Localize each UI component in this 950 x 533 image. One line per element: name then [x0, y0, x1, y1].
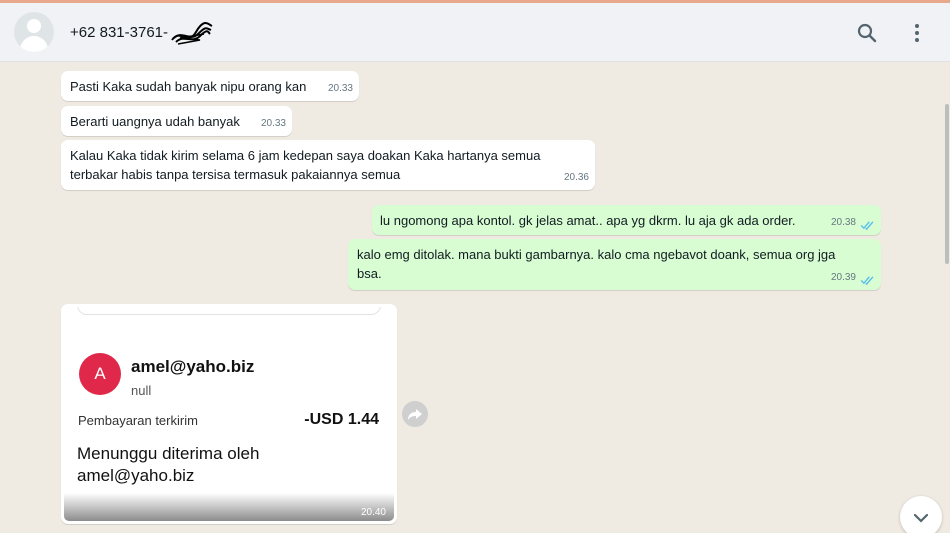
- message-text-line: Kalau Kaka tidak kirim selama 6 jam kede…: [70, 148, 541, 163]
- read-ticks-icon: [860, 221, 874, 230]
- chat-scrollbar[interactable]: [944, 62, 950, 533]
- chat-header: +62 831-3761-: [0, 3, 950, 62]
- image-message[interactable]: A amel@yaho.biz null Pembayaran terkirim…: [61, 304, 397, 524]
- default-avatar-icon[interactable]: [14, 12, 54, 52]
- search-icon[interactable]: [855, 21, 879, 45]
- payment-screenshot-image[interactable]: A amel@yaho.biz null Pembayaran terkirim…: [64, 307, 394, 521]
- payment-avatar: A: [79, 353, 121, 395]
- redaction-scribble: [171, 22, 213, 45]
- message-text-line: bsa.: [357, 266, 382, 281]
- message-outgoing[interactable]: kalo emg ditolak. mana bukti gambarnya. …: [348, 239, 881, 290]
- payment-amount: -USD 1.44: [304, 411, 379, 428]
- payment-email: amel@yaho.biz: [131, 357, 255, 376]
- payment-label: Pembayaran terkirim: [78, 413, 198, 428]
- message-time: 20.40: [360, 507, 386, 518]
- message-incoming[interactable]: Pasti Kaka sudah banyak nipu orang kan 2…: [61, 71, 359, 101]
- message-outgoing[interactable]: lu ngomong apa kontol. gk jelas amat.. a…: [372, 205, 881, 235]
- message-time: 20.38: [830, 217, 856, 228]
- payment-waiting-line: amel@yaho.biz: [77, 466, 195, 485]
- contact-name[interactable]: +62 831-3761-: [70, 24, 168, 41]
- message-text: Pasti Kaka sudah banyak nipu orang kan: [70, 79, 307, 94]
- message-time: 20.33: [260, 118, 286, 129]
- payment-waiting-text: Menunggu diterima oleh amel@yaho.biz: [77, 443, 377, 487]
- message-text-line: terbakar habis tanpa tersisa termasuk pa…: [70, 167, 401, 182]
- chevron-down-icon: [913, 513, 929, 523]
- chat-area[interactable]: Pasti Kaka sudah banyak nipu orang kan 2…: [0, 62, 950, 533]
- message-time: 20.39: [830, 272, 856, 283]
- scrollbar-thumb[interactable]: [945, 104, 949, 264]
- message-incoming[interactable]: Berarti uangnya udah banyak 20.33: [61, 106, 292, 136]
- image-top-card-edge: [77, 307, 381, 315]
- message-text: Berarti uangnya udah banyak: [70, 114, 240, 129]
- message-time: 20.36: [563, 172, 589, 183]
- payment-waiting-line: Menunggu diterima oleh: [77, 444, 260, 463]
- message-text: lu ngomong apa kontol. gk jelas amat.. a…: [380, 213, 796, 228]
- message-incoming[interactable]: Kalau Kaka tidak kirim selama 6 jam kede…: [61, 140, 595, 190]
- image-bottom-shade: [64, 493, 394, 521]
- scroll-to-bottom-button[interactable]: [900, 496, 942, 533]
- read-ticks-icon: [860, 276, 874, 285]
- forward-icon[interactable]: [402, 401, 428, 427]
- menu-icon[interactable]: [905, 21, 929, 45]
- payment-subtitle: null: [131, 383, 152, 398]
- message-time: 20.33: [327, 83, 353, 94]
- message-text-line: kalo emg ditolak. mana bukti gambarnya. …: [357, 247, 836, 262]
